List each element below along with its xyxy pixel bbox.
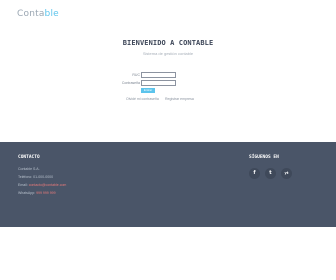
contact-line: Teléfono: 01-000-0000 — [18, 175, 53, 179]
logo-text-primary: Conta — [17, 9, 45, 19]
contact-line: Email: contacto@contable.com — [18, 183, 66, 187]
user-label: RUC — [132, 73, 140, 77]
contact-line: WhatsApp: 999 999 999 — [18, 191, 56, 195]
logo[interactable]: Contable — [17, 9, 59, 19]
page-title: BIENVENIDO A CONTABLE — [122, 39, 214, 47]
password-row: Contraseña — [0, 80, 336, 87]
page-subtitle: Sistema de gestión contable — [142, 51, 194, 56]
contact-line-label: Contable S.A. — [18, 167, 40, 171]
register-link[interactable]: Registrar empresa — [165, 97, 194, 101]
user-input[interactable] — [141, 72, 176, 78]
contact-line: Contable S.A. — [18, 167, 40, 171]
youtube-icon[interactable]: yt — [281, 168, 292, 179]
logo-text-accent: ble — [44, 9, 59, 19]
user-row: RUC — [0, 72, 336, 79]
page-header: Contable BIENVENIDO A CONTABLE Sistema d… — [0, 0, 336, 142]
forgot-password-link[interactable]: Olvidé mi contraseña — [126, 97, 159, 101]
email-link[interactable]: contacto@contable.com — [29, 183, 67, 187]
whatsapp-link[interactable]: 999 999 999 — [36, 191, 55, 195]
password-input[interactable] — [141, 80, 176, 86]
footer: CONTACTO Contable S.A. Teléfono: 01-000-… — [0, 142, 336, 227]
page-bottom — [0, 227, 336, 280]
contact-line-label: Teléfono: 01-000-0000 — [18, 175, 54, 179]
contact-line-label: Email: — [18, 183, 29, 187]
password-label: Contraseña — [121, 81, 140, 85]
contact-line-label: WhatsApp: — [18, 191, 37, 195]
follow-heading: SÍGUENOS EN — [249, 155, 279, 160]
contact-heading: CONTACTO — [18, 155, 40, 160]
login-button[interactable]: Entrar — [141, 88, 155, 93]
facebook-icon[interactable]: f — [249, 168, 260, 179]
twitter-icon[interactable]: t — [265, 168, 276, 179]
